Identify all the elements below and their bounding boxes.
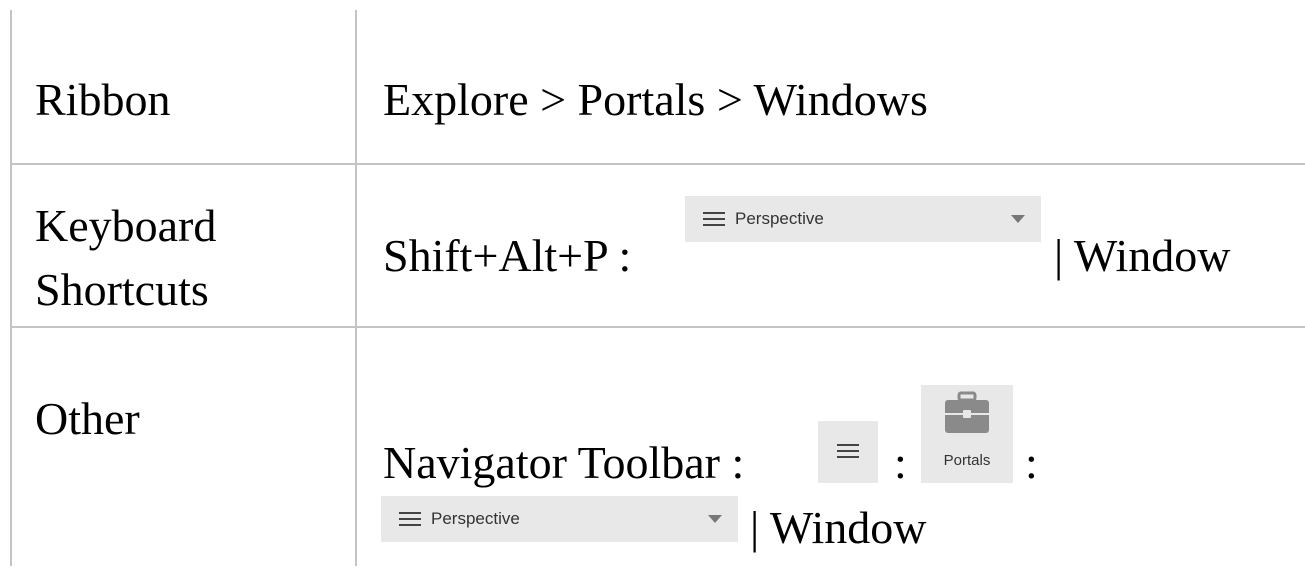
- perspective-dropdown-2[interactable]: Perspective: [381, 496, 738, 542]
- info-table: Ribbon Explore > Portals > Windows Keybo…: [10, 10, 1305, 570]
- hamburger-menu-icon: [399, 512, 421, 526]
- shortcut-prefix: Shift+Alt+P :: [383, 230, 632, 281]
- navigator-menu-button[interactable]: [818, 421, 880, 483]
- perspective-dropdown-label: Perspective: [735, 209, 824, 228]
- row-divider-1: [10, 163, 1305, 165]
- row-label-shortcuts: Shortcuts: [35, 264, 209, 315]
- dropdown-arrow-icon: [1011, 215, 1025, 223]
- perspective-dropdown[interactable]: Perspective: [685, 196, 1041, 242]
- navigator-toolbar-prefix: Navigator Toolbar :: [383, 437, 745, 488]
- row-divider-2: [10, 326, 1305, 328]
- hamburger-menu-icon: [703, 212, 725, 226]
- separator-colon-1: :: [894, 437, 907, 488]
- perspective-dropdown-label: Perspective: [431, 509, 520, 528]
- portals-button-label: Portals: [943, 452, 991, 469]
- navigator-suffix: | Window: [750, 502, 927, 553]
- table-left-border: [10, 10, 12, 566]
- table-column-divider: [355, 10, 357, 566]
- row-label-other: Other: [35, 393, 140, 444]
- shortcut-suffix: | Window: [1054, 230, 1231, 281]
- portals-button[interactable]: Portals: [921, 385, 1013, 483]
- row-value-ribbon: Explore > Portals > Windows: [383, 74, 928, 125]
- hamburger-menu-icon: [837, 444, 859, 458]
- row-label-keyboard: Keyboard: [35, 200, 217, 251]
- separator-colon-2: :: [1025, 437, 1038, 488]
- briefcase-icon: [945, 391, 989, 433]
- dropdown-arrow-icon: [708, 515, 722, 523]
- row-label-ribbon: Ribbon: [35, 74, 171, 125]
